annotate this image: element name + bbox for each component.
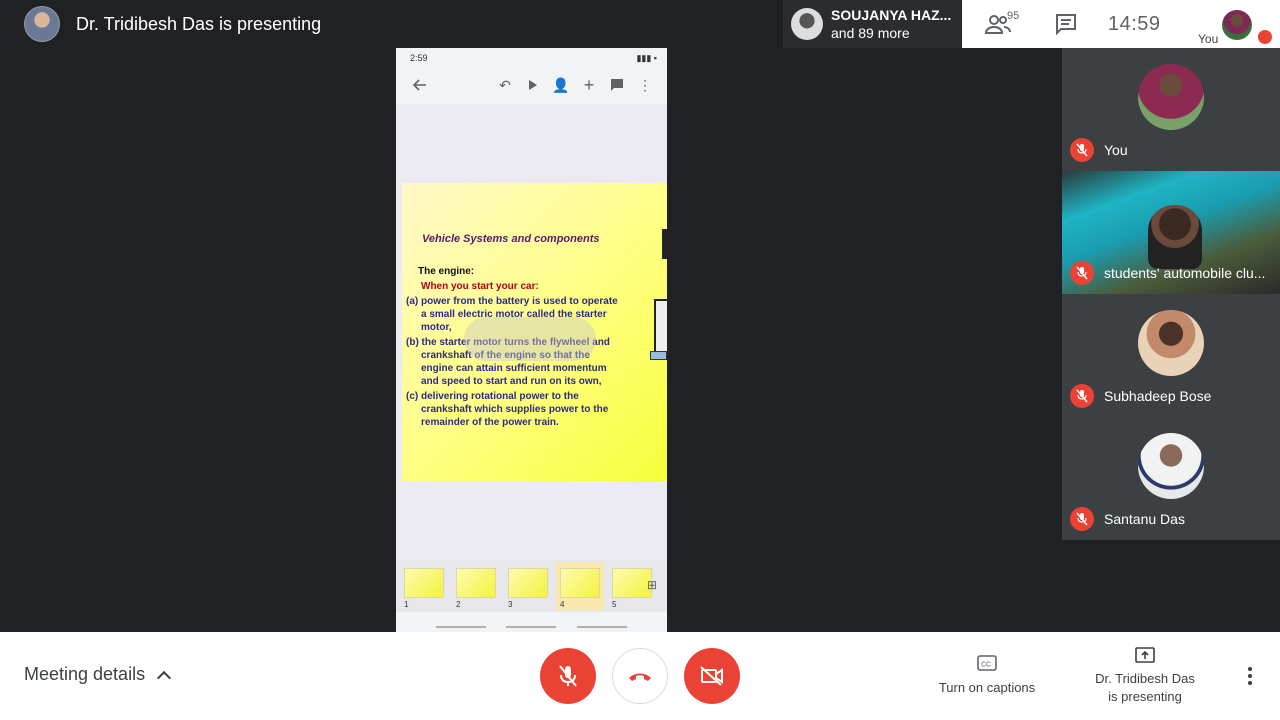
mic-off-icon [1070,507,1094,531]
others-name: SOUJANYA HAZ... [831,7,952,23]
participant-tile[interactable]: Santanu Das [1062,417,1280,540]
slide-thumbnail-active[interactable]: 4 [556,562,604,610]
participant-name: students' automobile clu... [1104,265,1266,281]
comment-button[interactable] [603,71,631,99]
self-preview[interactable]: You [1198,2,1280,48]
more-button[interactable]: ⋮ [631,71,659,99]
participant-video [1148,205,1202,269]
presentation-button[interactable]: Dr. Tridibesh Das is presenting [1090,646,1200,706]
more-vert-icon: ⋮ [638,76,652,93]
slide-image-caption [650,351,667,360]
arrow-back-icon [413,79,426,91]
self-label: You [1198,32,1219,46]
presenter-avatar [24,6,60,42]
more-options-button[interactable] [1238,662,1262,690]
meeting-clock: 14:59 [1108,12,1161,35]
participant-name: Subhadeep Bose [1104,388,1212,404]
present-button[interactable] [519,71,547,99]
participant-tile[interactable]: students' automobile clu... [1062,171,1280,294]
presenting-line-2: is presenting [1108,689,1182,704]
android-nav-bar [396,612,667,632]
plus-icon: + [583,74,595,95]
add-person-icon: 👤 [552,76,570,93]
meeting-details-button[interactable]: Meeting details [24,664,172,685]
participant-tile[interactable]: Subhadeep Bose [1062,294,1280,417]
chat-button[interactable] [1044,2,1088,46]
videocam-off-icon [700,666,723,686]
slide-thumbnail[interactable]: 2 [452,562,500,610]
avatar [1222,10,1252,40]
avatar [1138,310,1204,376]
add-slide-icon[interactable]: ⊞ [647,578,661,592]
other-participants-pill[interactable]: SOUJANYA HAZ... and 89 more [783,0,961,48]
slide-image [654,299,667,359]
chevron-up-icon [157,670,172,685]
slide-subheading-2: When you start your car: [421,281,539,292]
participant-tile[interactable]: You [1062,48,1280,171]
svg-text:CC: CC [981,662,991,669]
undo-button[interactable]: ↶ [491,71,519,99]
people-count: 95 [1007,10,1020,22]
chat-icon [1056,14,1076,35]
others-more: and 89 more [831,25,910,41]
meeting-stage: Dr. Tridibesh Das is presenting SOUJANYA… [0,0,1280,632]
play-icon [529,80,537,90]
avatar [1138,64,1204,130]
avatar [791,8,823,40]
slide-decoration [662,229,667,259]
battery-icon: ▮▮▮ ▪ [636,52,657,63]
participant-name: Santanu Das [1104,511,1185,527]
back-button[interactable] [406,71,434,99]
mic-toggle-button[interactable] [540,648,596,704]
avatar [1138,433,1204,499]
play-watermark [464,317,596,361]
presenter-banner: Dr. Tridibesh Das is presenting [24,6,321,42]
leave-call-button[interactable] [612,648,668,704]
slide-subheading: The engine: [418,266,475,277]
slide-item: (c) delivering rotational power to the c… [406,391,609,428]
slides-toolbar: ↶ 👤 + ⋮ [396,68,667,102]
undo-icon: ↶ [499,76,511,93]
presenter-text: Dr. Tridibesh Das is presenting [76,13,322,34]
comment-icon [611,79,623,91]
captions-label: Turn on captions [938,680,1036,695]
slide-canvas: Vehicle Systems and components The engin… [396,104,667,608]
present-to-all-icon [1135,647,1155,663]
closed-captions-icon: CC [977,655,997,671]
bottom-control-bar: Meeting details CC Turn on captions Dr. … [0,632,1280,720]
participant-tiles: You students' automobile clu... Subhadee… [1062,48,1280,540]
slide-thumbnail[interactable]: 3 [504,562,552,610]
mic-off-icon [1070,138,1094,162]
mic-off-icon [1258,30,1272,44]
people-button[interactable]: 95 [976,2,1020,46]
slide-title: Vehicle Systems and components [422,233,600,245]
slide-thumbnail[interactable]: 1 [400,562,448,610]
add-button[interactable]: + [575,71,603,99]
slide-thumbnails: 1 2 3 4 5 ⊞ [396,560,667,612]
participant-name: You [1104,142,1128,158]
more-vert-icon [1248,667,1252,671]
mic-off-icon [1070,384,1094,408]
captions-button[interactable]: CC Turn on captions [932,654,1042,695]
meeting-details-label: Meeting details [24,664,146,684]
mic-off-icon [559,665,577,687]
slide: Vehicle Systems and components The engin… [402,183,667,481]
shared-screen: 2:59 ▮▮▮ ▪ ↶ 👤 + ⋮ Vehicle Systems and c… [396,48,667,632]
presenting-line-1: Dr. Tridibesh Das [1095,671,1195,686]
top-right-toolbar: 95 14:59 You [962,0,1280,48]
phone-time: 2:59 [410,53,428,63]
camera-toggle-button[interactable] [684,648,740,704]
call-end-icon [629,673,651,681]
phone-status-bar: 2:59 ▮▮▮ ▪ [396,48,667,68]
share-button[interactable]: 👤 [547,71,575,99]
slide-body: (a) power from the battery is used to op… [406,295,620,431]
mic-off-icon [1070,261,1094,285]
